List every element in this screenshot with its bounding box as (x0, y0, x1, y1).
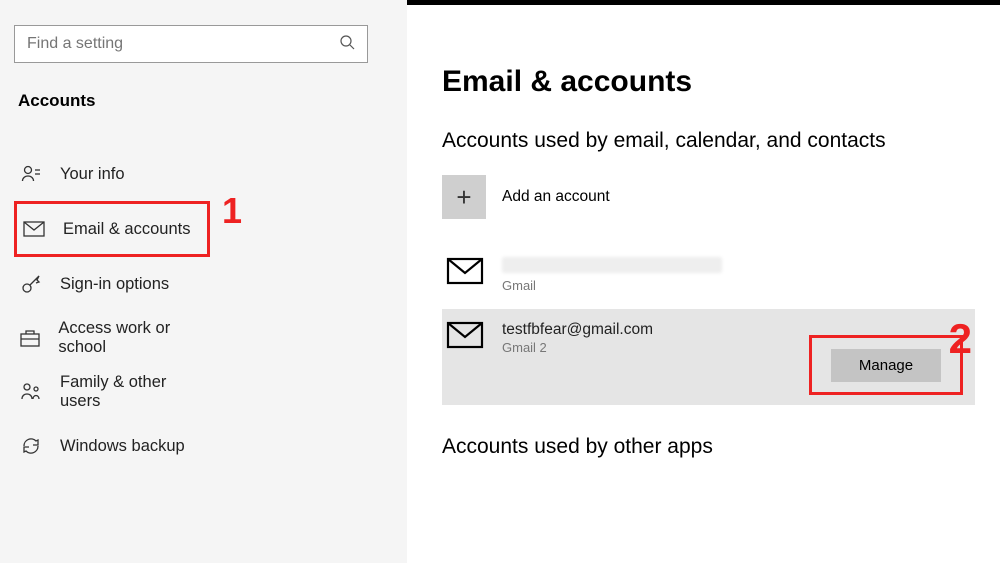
account-email: testfbfear@gmail.com (502, 321, 653, 339)
annotation-marker-2: 2 (949, 315, 972, 363)
page-title: Email & accounts (442, 65, 1000, 99)
plus-icon: + (442, 175, 486, 219)
account-row-1[interactable]: Gmail (442, 249, 1000, 301)
sidebar-item-your-info[interactable]: Your info (14, 147, 210, 201)
sidebar-item-signin-options[interactable]: Sign-in options (14, 257, 210, 311)
main-content: Email & accounts Accounts used by email,… (407, 0, 1000, 563)
sidebar-item-email-accounts[interactable]: Email & accounts (14, 201, 210, 257)
mail-icon (23, 218, 45, 240)
family-icon (20, 381, 42, 403)
sidebar-category-title: Accounts (18, 91, 397, 111)
person-icon (20, 163, 42, 185)
search-input-container[interactable] (14, 25, 368, 63)
annotation-highlight-2: Manage (809, 335, 963, 395)
add-account-label: Add an account (502, 188, 610, 206)
sidebar-item-label: Email & accounts (63, 220, 190, 239)
sidebar-item-label: Access work or school (58, 319, 210, 357)
account-provider: Gmail (502, 278, 722, 293)
account-provider: Gmail 2 (502, 340, 653, 355)
sidebar-item-access-work-school[interactable]: Access work or school (14, 311, 210, 365)
sync-icon (20, 435, 42, 457)
mail-icon (446, 257, 484, 285)
sidebar-item-windows-backup[interactable]: Windows backup (14, 419, 210, 473)
search-input[interactable] (27, 35, 339, 53)
sidebar-item-label: Family & other users (60, 373, 210, 411)
sidebar-item-label: Your info (60, 165, 125, 184)
sidebar: Accounts Your info Email & accounts Sign… (0, 0, 407, 563)
key-icon (20, 273, 42, 295)
section-heading: Accounts used by other apps (442, 435, 1000, 459)
mail-icon (446, 321, 484, 349)
sidebar-item-label: Windows backup (60, 437, 185, 456)
search-icon (339, 34, 355, 55)
annotation-marker-1: 1 (222, 190, 242, 232)
section-heading: Accounts used by email, calendar, and co… (442, 129, 1000, 153)
sidebar-item-family-users[interactable]: Family & other users (14, 365, 210, 419)
manage-button[interactable]: Manage (831, 349, 941, 382)
account-row-2[interactable]: testfbfear@gmail.com Gmail 2 Manage (442, 309, 975, 405)
sidebar-item-label: Sign-in options (60, 275, 169, 294)
redacted-email (502, 257, 722, 273)
briefcase-icon (20, 327, 40, 349)
add-account-button[interactable]: + Add an account (442, 175, 1000, 219)
